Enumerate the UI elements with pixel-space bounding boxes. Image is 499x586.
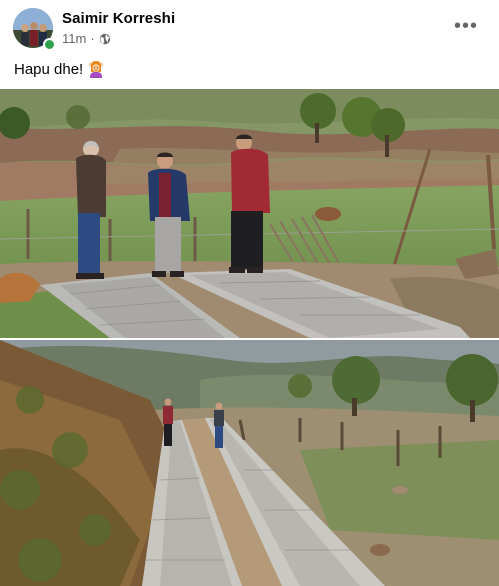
post-photo-1[interactable] <box>0 89 499 338</box>
woman-gesturing-ok-emoji-icon <box>88 60 104 78</box>
more-options-icon[interactable]: ••• <box>451 14 481 38</box>
meta-separator: · <box>90 31 95 46</box>
globe-icon[interactable] <box>99 33 111 45</box>
post-text-content: Hapu dhe! <box>14 60 84 78</box>
post-time[interactable]: 11m <box>62 31 86 46</box>
author-name[interactable]: Saimir Korreshi <box>62 10 175 27</box>
facebook-post: Saimir Korreshi 11m · ••• Hapu dhe! <box>0 0 499 586</box>
post-header: Saimir Korreshi 11m · ••• <box>0 0 499 56</box>
post-text: Hapu dhe! <box>14 60 104 78</box>
post-photo-2[interactable] <box>0 340 499 586</box>
post-meta: 11m · <box>62 31 111 46</box>
online-status-dot <box>43 38 56 51</box>
